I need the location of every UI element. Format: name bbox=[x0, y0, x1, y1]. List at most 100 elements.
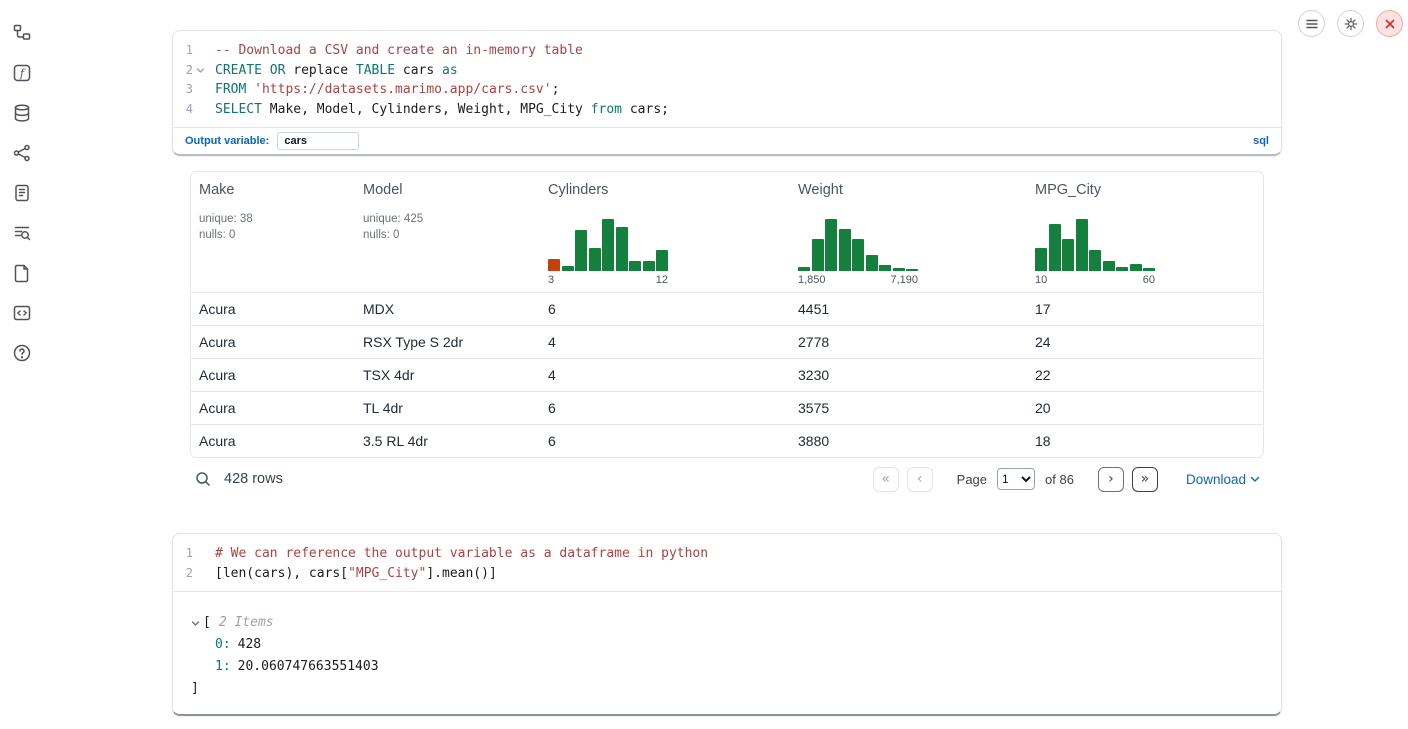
function-icon: f bbox=[12, 63, 32, 83]
table-row: Acura TSX 4dr 4 3230 22 bbox=[191, 358, 1263, 391]
column-stats: unique: 425 nulls: 0 bbox=[363, 211, 540, 243]
search-icon bbox=[194, 470, 212, 488]
text-search-icon bbox=[12, 223, 32, 243]
fold-chevron-icon[interactable] bbox=[196, 67, 205, 74]
document-icon bbox=[12, 263, 32, 283]
code-line: 1 # We can reference the output variable… bbox=[173, 544, 1281, 564]
column-header-make: Make unique: 38 nulls: 0 bbox=[191, 182, 355, 286]
database-icon bbox=[12, 103, 32, 123]
last-page-button[interactable]: » bbox=[1132, 467, 1158, 492]
cell-model: MDX bbox=[355, 301, 540, 317]
sql-cell-output: Make unique: 38 nulls: 0 Model unique: 4… bbox=[172, 171, 1282, 500]
code-line: 2 CREATE OR replace TABLE cars as bbox=[173, 61, 1281, 81]
page-select[interactable]: 1 bbox=[997, 468, 1035, 490]
column-stats: unique: 38 nulls: 0 bbox=[199, 211, 355, 243]
sidebar-item-file-explorer[interactable] bbox=[9, 20, 35, 46]
next-page-button[interactable]: › bbox=[1098, 467, 1124, 492]
cell-sql: 1 -- Download a CSV and create an in-mem… bbox=[172, 30, 1282, 156]
cell-mpg-city: 17 bbox=[1027, 301, 1263, 317]
output-variable-label: Output variable: bbox=[185, 135, 269, 147]
cell-cylinders: 6 bbox=[540, 433, 790, 449]
cell-model: TSX 4dr bbox=[355, 367, 540, 383]
collapse-toggle-button[interactable] bbox=[191, 620, 203, 627]
cell-weight: 4451 bbox=[790, 301, 1027, 317]
column-name[interactable]: Make bbox=[199, 182, 234, 198]
code-text: # We can reference the output variable a… bbox=[215, 544, 708, 564]
download-button[interactable]: Download bbox=[1186, 472, 1260, 487]
cylinders-histogram: 3 12 bbox=[548, 219, 668, 286]
hist-max-label: 7,190 bbox=[890, 274, 918, 286]
hist-min-label: 10 bbox=[1035, 274, 1047, 286]
pagination: « ‹ Page 1 of 86 › » Download bbox=[873, 467, 1260, 492]
notebook-cells: 1 -- Download a CSV and create an in-mem… bbox=[172, 30, 1282, 716]
data-table: Make unique: 38 nulls: 0 Model unique: 4… bbox=[190, 171, 1264, 458]
column-name[interactable]: Model bbox=[363, 182, 403, 198]
column-name[interactable]: Cylinders bbox=[548, 182, 608, 198]
page-of-label: of 86 bbox=[1045, 472, 1074, 487]
cell-make: Acura bbox=[191, 400, 355, 416]
gear-icon bbox=[1343, 16, 1359, 32]
sidebar-item-documentation[interactable] bbox=[9, 260, 35, 286]
cell-mpg-city: 22 bbox=[1027, 367, 1263, 383]
list-item: 1: 20.060747663551403 bbox=[191, 656, 1281, 678]
sidebar-item-help[interactable] bbox=[9, 340, 35, 366]
chevron-down-icon bbox=[191, 620, 200, 627]
cell-make: Acura bbox=[191, 334, 355, 350]
code-text: CREATE OR replace TABLE cars as bbox=[215, 61, 458, 81]
settings-button[interactable] bbox=[1337, 10, 1364, 37]
line-number: 2 bbox=[173, 564, 193, 584]
table-header: Make unique: 38 nulls: 0 Model unique: 4… bbox=[191, 172, 1263, 292]
cell-mpg-city: 18 bbox=[1027, 433, 1263, 449]
sql-cell-footer: Output variable: sql bbox=[173, 127, 1281, 154]
code-line: 3 FROM 'https://datasets.marimo.app/cars… bbox=[173, 80, 1281, 100]
cell-make: Acura bbox=[191, 433, 355, 449]
help-icon bbox=[12, 343, 32, 363]
sql-editor[interactable]: 1 -- Download a CSV and create an in-mem… bbox=[173, 31, 1281, 127]
line-number: 3 bbox=[173, 80, 193, 100]
tree-root: [ 2 Items bbox=[191, 612, 1281, 634]
cell-mpg-city: 24 bbox=[1027, 334, 1263, 350]
cell-cylinders: 6 bbox=[540, 301, 790, 317]
table-footer: 428 rows « ‹ Page 1 of 86 › » Download bbox=[190, 458, 1264, 500]
page-label: Page bbox=[957, 472, 987, 487]
column-header-model: Model unique: 425 nulls: 0 bbox=[355, 182, 540, 286]
cell-python: 1 # We can reference the output variable… bbox=[172, 533, 1282, 716]
column-header-cylinders: Cylinders 3 12 bbox=[540, 182, 790, 286]
table-search-button[interactable] bbox=[194, 470, 212, 488]
bracket-open: [ bbox=[203, 612, 211, 634]
menu-button[interactable] bbox=[1298, 10, 1325, 37]
language-badge[interactable]: sql bbox=[1253, 135, 1269, 147]
first-page-button[interactable]: « bbox=[873, 467, 899, 492]
code-line: 2 [len(cars), cars["MPG_City"].mean()] bbox=[173, 564, 1281, 584]
column-name[interactable]: Weight bbox=[798, 182, 843, 198]
code-text: -- Download a CSV and create an in-memor… bbox=[215, 41, 583, 61]
python-editor[interactable]: 1 # We can reference the output variable… bbox=[173, 534, 1281, 591]
cell-make: Acura bbox=[191, 301, 355, 317]
cell-model: 3.5 RL 4dr bbox=[355, 433, 540, 449]
sidebar-item-scratchpad[interactable] bbox=[9, 180, 35, 206]
mpg-city-histogram: 10 60 bbox=[1035, 219, 1155, 286]
sidebar-item-logs[interactable] bbox=[9, 220, 35, 246]
output-variable-input[interactable] bbox=[277, 132, 359, 150]
line-number: 4 bbox=[173, 100, 193, 120]
hamburger-icon bbox=[1305, 17, 1319, 31]
row-count: 428 rows bbox=[224, 471, 283, 487]
shutdown-button[interactable] bbox=[1376, 10, 1403, 37]
column-header-weight: Weight 1,850 7,190 bbox=[790, 182, 1027, 286]
weight-histogram: 1,850 7,190 bbox=[798, 219, 918, 286]
sidebar-item-dependency-graph[interactable] bbox=[9, 140, 35, 166]
cell-model: RSX Type S 2dr bbox=[355, 334, 540, 350]
marimo-notebook: f bbox=[0, 0, 1408, 729]
cell-cylinders: 4 bbox=[540, 367, 790, 383]
sidebar: f bbox=[0, 0, 44, 366]
sidebar-item-variables[interactable]: f bbox=[9, 60, 35, 86]
sidebar-item-datasources[interactable] bbox=[9, 100, 35, 126]
column-name[interactable]: MPG_City bbox=[1035, 182, 1101, 198]
dependency-graph-icon bbox=[12, 143, 32, 163]
hist-min-label: 3 bbox=[548, 274, 554, 286]
sidebar-item-snippets[interactable] bbox=[9, 300, 35, 326]
previous-page-button[interactable]: ‹ bbox=[907, 467, 933, 492]
line-number: 2 bbox=[173, 61, 193, 81]
cell-cylinders: 6 bbox=[540, 400, 790, 416]
code-text: SELECT Make, Model, Cylinders, Weight, M… bbox=[215, 100, 669, 120]
